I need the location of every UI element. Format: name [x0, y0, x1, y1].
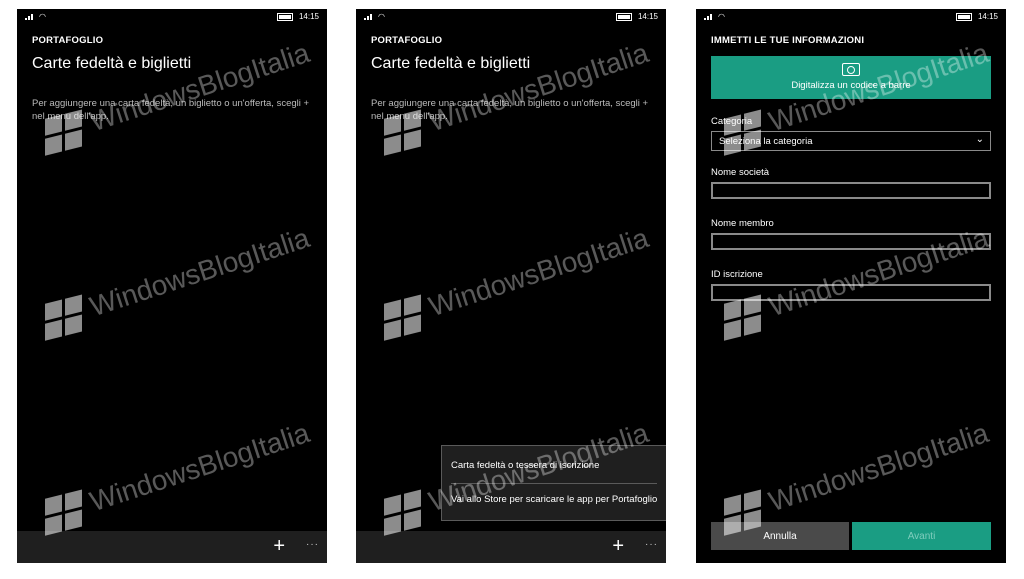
watermark-text: WindowsBlogItalia	[425, 222, 653, 323]
battery-icon	[276, 12, 293, 21]
chevron-down-icon: ⌄	[975, 134, 984, 145]
phone-screen-enter-info: ◠ 14:15 IMMETTI LE TUE INFORMAZIONI Digi…	[696, 9, 1006, 563]
page-title: Carte fedeltà e biglietti	[32, 55, 192, 72]
cancel-button[interactable]: Annulla	[711, 522, 849, 550]
add-icon[interactable]: +	[612, 535, 624, 558]
app-title: IMMETTI LE TUE INFORMAZIONI	[711, 35, 865, 46]
watermark: WindowsBlogItalia	[45, 222, 320, 341]
member-field[interactable]	[711, 233, 991, 250]
status-bar: ◠ 14:15	[17, 9, 327, 25]
category-label: Categoria	[711, 116, 753, 127]
company-label: Nome società	[711, 167, 770, 178]
windows-logo-icon	[384, 294, 422, 341]
wifi-icon: ◠	[39, 12, 46, 21]
watermark: WindowsBlogItalia	[384, 222, 659, 341]
windows-logo-icon	[384, 489, 422, 536]
add-icon[interactable]: +	[273, 535, 285, 558]
signal-icon	[704, 13, 714, 20]
scan-barcode-label: Digitalizza un codice a barre	[791, 80, 911, 91]
empty-state-text: Per aggiungere una carta fedeltà, un big…	[32, 98, 310, 122]
menu-item-store[interactable]: Vai allo Store per scaricare le app per …	[451, 494, 657, 505]
watermark: WindowsBlogItalia	[45, 417, 320, 536]
wifi-icon: ◠	[378, 12, 385, 21]
phone-screen-wallet-menu: ◠ 14:15 PORTAFOGLIO Carte fedeltà e bigl…	[356, 9, 666, 563]
status-time: 14:15	[298, 12, 319, 21]
battery-icon	[615, 12, 632, 21]
windows-logo-icon	[45, 294, 83, 341]
watermark: WindowsBlogItalia	[724, 222, 999, 341]
watermark-text: WindowsBlogItalia	[86, 417, 314, 518]
app-title: PORTAFOGLIO	[371, 35, 443, 46]
menu-divider	[451, 483, 657, 484]
app-title: PORTAFOGLIO	[32, 35, 104, 46]
windows-logo-icon	[45, 489, 83, 536]
status-time: 14:15	[637, 12, 658, 21]
menu-item-loyalty-card[interactable]: Carta fedeltà o tessera di iscrizione	[451, 460, 599, 471]
category-select[interactable]: Seleziona la categoria ⌄	[711, 131, 991, 151]
signal-icon	[364, 13, 374, 20]
add-menu: Carta fedeltà o tessera di iscrizione Va…	[441, 445, 666, 521]
more-icon[interactable]: ···	[645, 539, 658, 550]
company-field[interactable]	[711, 182, 991, 199]
watermark-text: WindowsBlogItalia	[86, 222, 314, 323]
page-title: Carte fedeltà e biglietti	[371, 55, 531, 72]
status-bar: ◠ 14:15	[696, 9, 1006, 25]
app-bar: + ···	[356, 531, 666, 563]
windows-logo-icon	[724, 294, 762, 341]
app-bar: + ···	[17, 531, 327, 563]
phone-screen-wallet: ◠ 14:15 PORTAFOGLIO Carte fedeltà e bigl…	[17, 9, 327, 563]
status-bar: ◠ 14:15	[356, 9, 666, 25]
watermark-text: WindowsBlogItalia	[86, 37, 314, 138]
next-button[interactable]: Avanti	[852, 522, 991, 550]
watermark-text: WindowsBlogItalia	[765, 417, 993, 518]
category-value: Seleziona la categoria	[719, 136, 813, 147]
camera-icon	[842, 63, 860, 76]
member-label: Nome membro	[711, 218, 774, 229]
id-label: ID iscrizione	[711, 269, 763, 280]
status-time: 14:15	[977, 12, 998, 21]
id-field[interactable]	[711, 284, 991, 301]
empty-state-text: Per aggiungere una carta fedeltà, un big…	[371, 98, 649, 122]
signal-icon	[25, 13, 35, 20]
more-icon[interactable]: ···	[306, 539, 319, 550]
battery-icon	[955, 12, 972, 21]
scan-barcode-button[interactable]: Digitalizza un codice a barre	[711, 56, 991, 99]
wifi-icon: ◠	[718, 12, 725, 21]
watermark-text: WindowsBlogItalia	[425, 37, 653, 138]
